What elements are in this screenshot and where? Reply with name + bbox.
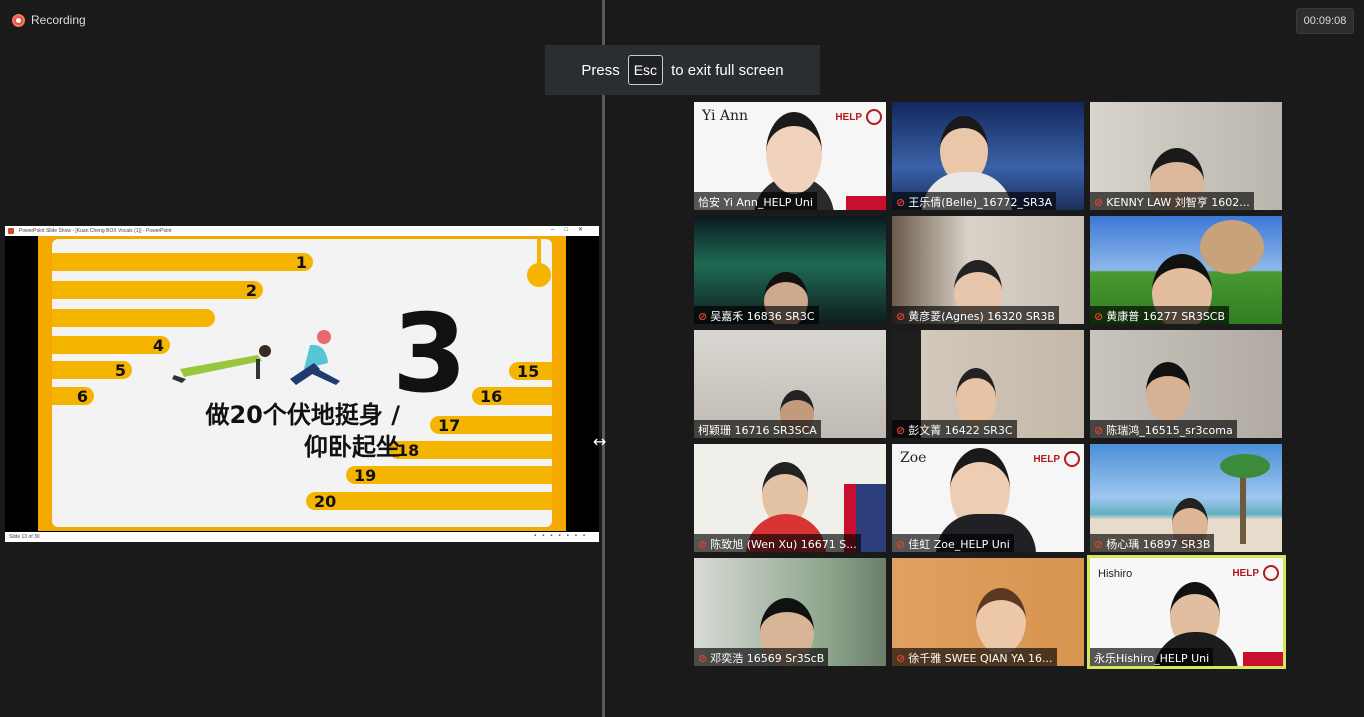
participant-name: ⊘ 徐千雅 SWEE QIAN YA 16...: [892, 648, 1057, 666]
slide-bar-right: 16: [472, 386, 552, 406]
mic-muted-icon: ⊘: [1094, 309, 1104, 323]
video-tile[interactable]: ⊘ 杨心瑀 16897 SR3B: [1090, 444, 1282, 552]
participant-name: ⊘ 陈瑞鸿_16515_sr3coma: [1090, 420, 1237, 438]
recording-indicator[interactable]: Recording: [12, 12, 86, 28]
participant-name: ⊘ 杨心瑀 16897 SR3B: [1090, 534, 1215, 552]
banner-rest: to exit full screen: [671, 61, 784, 79]
meeting-timer: 00:09:08: [1296, 8, 1354, 34]
slide-bar-right: 20: [306, 491, 552, 511]
bar-label: 6: [76, 386, 88, 406]
participant-name: ⊘ 黄彦菱(Agnes) 16320 SR3B: [892, 306, 1059, 324]
mic-muted-icon: ⊘: [1094, 537, 1104, 551]
participant-name: ⊘ KENNY LAW 刘智亨 1602...: [1090, 192, 1254, 210]
participant-name: ⊘ 王乐倩(Belle)_16772_SR3A: [892, 192, 1057, 210]
video-tile[interactable]: ⊘ 陈瑞鸿_16515_sr3coma: [1090, 330, 1282, 438]
decoration-circle: [527, 263, 551, 287]
slide-bar-left: [52, 309, 215, 327]
banner-press: Press: [581, 61, 620, 79]
slideshow-controls-icon[interactable]: ▪▪▪▪▪▪▪: [534, 533, 591, 539]
participant-name: ⊘ 邓奕浩 16569 Sr3ScB: [694, 648, 829, 666]
bar-label: 4: [152, 335, 164, 355]
shared-screen: PowerPoint Slide Show - [Kuan Cheng BOX …: [5, 226, 599, 542]
slide-counter: Slide 13 of 30: [9, 534, 40, 540]
task-line-1: 做20个伏地挺身 /: [205, 401, 400, 429]
window-controls-icon: –□✕: [551, 227, 593, 233]
video-tile[interactable]: ⊘ 陈致旭 (Wen Xu) 16671 S...: [694, 444, 886, 552]
powerpoint-icon: [8, 228, 14, 234]
bar-label: 18: [397, 440, 420, 460]
bar-label: 5: [114, 360, 126, 380]
esc-key: Esc: [627, 55, 664, 85]
video-tile[interactable]: ⊘ 黄康普 16277 SR3SCB: [1090, 216, 1282, 324]
mic-muted-icon: ⊘: [698, 309, 708, 323]
slide-bar-left: 1: [52, 252, 313, 272]
tile-top-label: Hishiro: [1098, 568, 1133, 580]
slide-bar-left: 4: [52, 335, 170, 355]
participant-name: 永乐Hishiro_HELP Uni: [1090, 648, 1214, 666]
participant-name: ⊘ 陈致旭 (Wen Xu) 16671 S...: [694, 534, 861, 552]
situp-figure-icon: [290, 330, 340, 385]
help-uni-logo: HELP: [1010, 448, 1080, 470]
slide-bar-right: 19: [346, 465, 552, 485]
help-uni-logo: HELP: [812, 106, 882, 128]
video-tile[interactable]: ⊘ 吴嘉禾 16836 SR3C: [694, 216, 886, 324]
mic-muted-icon: ⊘: [896, 423, 906, 437]
tile-top-label: Zoe: [900, 450, 927, 466]
mic-muted-icon: ⊘: [896, 651, 906, 665]
participant-name: 恰安 Yi Ann_HELP Uni: [694, 192, 817, 210]
bar-label: 2: [245, 280, 257, 300]
slide-bar-left: 2: [52, 280, 263, 300]
slide-bar-left: 5: [52, 360, 132, 380]
video-tile[interactable]: ⊘ KENNY LAW 刘智亨 1602...: [1090, 102, 1282, 210]
resize-horizontal-icon[interactable]: ↔: [593, 432, 606, 451]
bar-label: 1: [295, 252, 307, 272]
help-uni-logo: HELP: [1209, 562, 1279, 584]
tile-top-label: Yi Ann: [702, 108, 749, 124]
slide-bar-right: 15: [509, 361, 552, 381]
fullscreen-exit-banner: Press Esc to exit full screen: [545, 45, 820, 95]
slide-bar-left: 6: [52, 386, 94, 406]
slide-canvas: 1 2 4 5 6 3 15 16 17 18 19 20 做20个伏地挺身 /…: [52, 239, 552, 527]
bar-label: 19: [354, 465, 377, 485]
bar-label: 17: [438, 415, 461, 435]
mic-muted-icon: ⊘: [698, 651, 708, 665]
slideshow-status-bar: Slide 13 of 30 ▪▪▪▪▪▪▪: [5, 532, 599, 542]
mic-muted-icon: ⊘: [1094, 423, 1104, 437]
bar-label: 20: [314, 491, 337, 511]
video-tile[interactable]: Zoe HELP ⊘ 佳虹 Zoe_HELP Uni: [892, 444, 1084, 552]
video-tile[interactable]: 柯颖珊 16716 SR3SCA: [694, 330, 886, 438]
video-tile[interactable]: ⊘ 黄彦菱(Agnes) 16320 SR3B: [892, 216, 1084, 324]
video-tile[interactable]: ⊘ 彭文菁 16422 SR3C: [892, 330, 1084, 438]
video-tile[interactable]: ⊘ 邓奕浩 16569 Sr3ScB: [694, 558, 886, 666]
presentation-slide: 1 2 4 5 6 3 15 16 17 18 19 20 做20个伏地挺身 /…: [38, 236, 566, 531]
bar-label: 15: [517, 361, 540, 381]
recording-label: Recording: [31, 13, 86, 27]
slide-bar-right: 17: [430, 415, 552, 435]
bar-label: 16: [480, 386, 503, 406]
split-divider[interactable]: [602, 0, 605, 717]
mic-muted-icon: ⊘: [896, 309, 906, 323]
mic-muted-icon: ⊘: [896, 537, 906, 551]
shared-window-title: PowerPoint Slide Show - [Kuan Cheng BOX …: [19, 228, 172, 234]
video-tile[interactable]: Yi Ann HELP 恰安 Yi Ann_HELP Uni: [694, 102, 886, 210]
slide-task-text: 做20个伏地挺身 / 仰卧起坐: [140, 399, 400, 464]
recording-icon: [12, 13, 25, 27]
slide-bar-right: 18: [389, 440, 552, 460]
participant-name: ⊘ 佳虹 Zoe_HELP Uni: [892, 534, 1014, 552]
shared-window-titlebar: PowerPoint Slide Show - [Kuan Cheng BOX …: [5, 226, 599, 236]
participant-name: 柯颖珊 16716 SR3SCA: [694, 420, 821, 438]
mic-muted-icon: ⊘: [1094, 195, 1104, 209]
participant-name: ⊘ 黄康普 16277 SR3SCB: [1090, 306, 1230, 324]
task-line-2: 仰卧起坐: [304, 433, 400, 462]
mic-muted-icon: ⊘: [698, 537, 708, 551]
mic-muted-icon: ⊘: [896, 195, 906, 209]
participant-name: ⊘ 彭文菁 16422 SR3C: [892, 420, 1017, 438]
video-tile[interactable]: ⊘ 王乐倩(Belle)_16772_SR3A: [892, 102, 1084, 210]
pushup-figure-icon: [172, 345, 271, 383]
participant-name: ⊘ 吴嘉禾 16836 SR3C: [694, 306, 819, 324]
slide-big-number: 3: [392, 292, 468, 417]
video-tile[interactable]: ⊘ 徐千雅 SWEE QIAN YA 16...: [892, 558, 1084, 666]
video-tile-active-speaker[interactable]: Hishiro HELP 永乐Hishiro_HELP Uni: [1087, 555, 1286, 669]
